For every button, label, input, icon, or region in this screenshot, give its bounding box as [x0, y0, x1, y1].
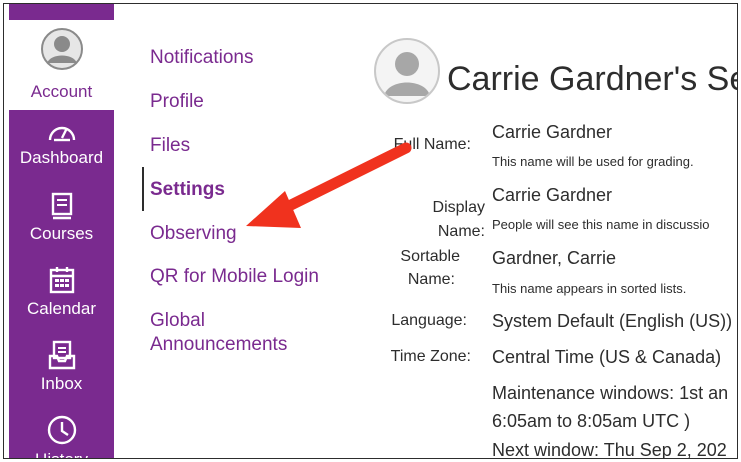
canvas-window: Account Dashboard Courses Calendar Inbox…: [3, 3, 738, 459]
annotation-arrow: [246, 142, 412, 228]
